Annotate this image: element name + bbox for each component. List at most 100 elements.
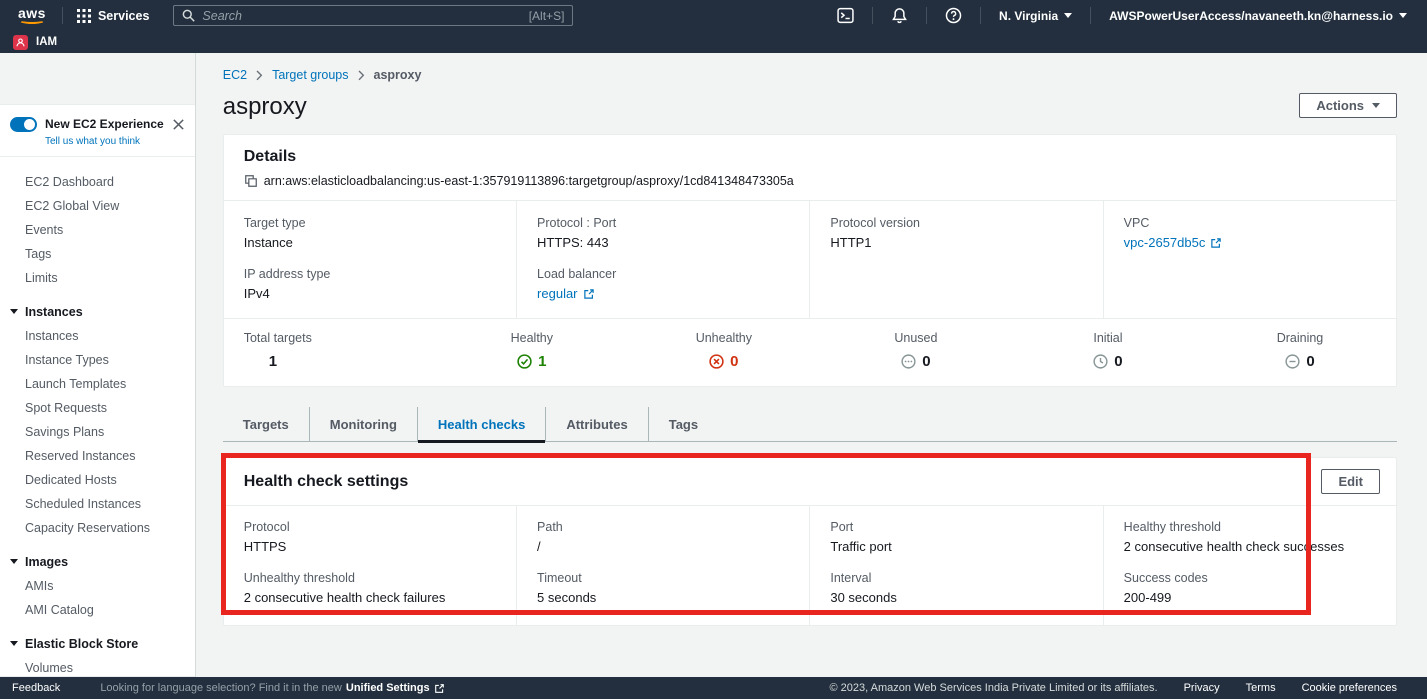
interval-label: Interval — [830, 571, 1082, 585]
notifications-bell-icon[interactable] — [881, 7, 918, 24]
sidebar-item-ec2-global-view[interactable]: EC2 Global View — [0, 194, 195, 218]
tab-monitoring[interactable]: Monitoring — [309, 407, 417, 441]
services-label: Services — [98, 9, 149, 23]
port-value: Traffic port — [830, 539, 1082, 554]
details-title: Details — [244, 148, 1376, 166]
privacy-link[interactable]: Privacy — [1184, 682, 1220, 694]
unhealthy-count: Unhealthy 0 — [628, 331, 820, 370]
breadcrumb-ec2[interactable]: EC2 — [223, 68, 247, 82]
success-codes-label: Success codes — [1124, 571, 1376, 585]
triangle-down-icon — [10, 559, 18, 564]
copyright-text: © 2023, Amazon Web Services India Privat… — [830, 682, 1158, 694]
healthy-check-icon — [517, 354, 532, 369]
unused-ellipsis-icon — [901, 354, 916, 369]
cloudshell-icon[interactable] — [827, 7, 864, 24]
external-link-icon — [434, 683, 445, 694]
edit-button[interactable]: Edit — [1321, 469, 1380, 494]
healthy-threshold-label: Healthy threshold — [1124, 520, 1376, 534]
unified-settings-link[interactable]: Unified Settings — [346, 682, 430, 694]
tab-health-checks[interactable]: Health checks — [417, 407, 545, 441]
aws-console-window: aws Services [Alt+S] — [0, 0, 1427, 699]
protocol-port-value: HTTPS: 443 — [537, 235, 789, 250]
sidebar-item-volumes[interactable]: Volumes — [0, 656, 195, 676]
help-icon[interactable] — [935, 7, 972, 24]
sidebar-item-limits[interactable]: Limits — [0, 266, 195, 290]
search-icon — [182, 9, 195, 22]
feedback-link[interactable]: Feedback — [12, 682, 60, 694]
sidebar-item-ami-catalog[interactable]: AMI Catalog — [0, 598, 195, 622]
sidebar-item-dedicated-hosts[interactable]: Dedicated Hosts — [0, 468, 195, 492]
sidebar-item-launch-templates[interactable]: Launch Templates — [0, 372, 195, 396]
favorite-iam-link[interactable]: IAM — [36, 36, 57, 48]
search-bar[interactable]: [Alt+S] — [173, 5, 573, 26]
tab-tags[interactable]: Tags — [648, 407, 718, 441]
initial-count: Initial 0 — [1012, 331, 1204, 370]
sidebar-section-instances[interactable]: Instances — [0, 299, 195, 324]
breadcrumb-target-groups[interactable]: Target groups — [272, 68, 348, 82]
sidebar-item-tags[interactable]: Tags — [0, 242, 195, 266]
vpc-label: VPC — [1124, 216, 1376, 230]
top-nav-row: aws Services [Alt+S] — [0, 0, 1427, 31]
healthy-threshold-value: 2 consecutive health check successes — [1124, 539, 1376, 554]
port-label: Port — [830, 520, 1082, 534]
sidebar-item-spot-requests[interactable]: Spot Requests — [0, 396, 195, 420]
services-menu-button[interactable]: Services — [71, 9, 155, 23]
health-check-grid: Protocol HTTPS Unhealthy threshold 2 con… — [224, 505, 1396, 625]
load-balancer-link[interactable]: regular — [537, 286, 577, 301]
divider — [926, 7, 927, 24]
search-input[interactable] — [202, 9, 521, 23]
chevron-down-icon — [1399, 13, 1407, 18]
sidebar-item-capacity-reservations[interactable]: Capacity Reservations — [0, 516, 195, 540]
sidebar-item-scheduled-instances[interactable]: Scheduled Instances — [0, 492, 195, 516]
total-targets-value: 1 — [244, 353, 436, 370]
vpc-link[interactable]: vpc-2657db5c — [1124, 235, 1206, 250]
tell-us-link[interactable]: Tell us what you think — [45, 136, 164, 147]
path-label: Path — [537, 520, 789, 534]
sidebar-item-savings-plans[interactable]: Savings Plans — [0, 420, 195, 444]
tab-attributes[interactable]: Attributes — [545, 407, 647, 441]
target-group-arn: arn:aws:elasticloadbalancing:us-east-1:3… — [264, 174, 794, 188]
sidebar-section-elastic-block-store[interactable]: Elastic Block Store — [0, 631, 195, 656]
protocol-port-label: Protocol : Port — [537, 216, 789, 230]
breadcrumb-current: asproxy — [374, 68, 422, 82]
breadcrumb: EC2 Target groups asproxy — [223, 68, 1397, 82]
new-experience-title: New EC2 Experience — [45, 117, 164, 131]
details-grid: Target type Instance IP address type IPv… — [224, 200, 1396, 318]
sidebar-item-instance-types[interactable]: Instance Types — [0, 348, 195, 372]
page-title: asproxy — [223, 93, 307, 121]
services-grid-icon — [77, 9, 91, 23]
main-content: EC2 Target groups asproxy asproxy Action… — [196, 53, 1427, 677]
sidebar-item-reserved-instances[interactable]: Reserved Instances — [0, 444, 195, 468]
protocol-label: Protocol — [244, 520, 496, 534]
sidebar-item-amis[interactable]: AMIs — [0, 574, 195, 598]
divider — [1090, 7, 1091, 24]
ip-address-type-value: IPv4 — [244, 286, 496, 301]
sidebar-item-ec2-dashboard[interactable]: EC2 Dashboard — [0, 170, 195, 194]
tab-targets[interactable]: Targets — [223, 407, 309, 441]
top-nav-utilities: N. Virginia AWSPowerUserAccess/navaneeth… — [827, 7, 1417, 24]
close-icon[interactable] — [172, 118, 185, 131]
sidebar-item-instances[interactable]: Instances — [0, 324, 195, 348]
health-check-settings-card: Health check settings Edit Protocol HTTP… — [223, 457, 1397, 626]
new-experience-toggle[interactable] — [10, 117, 37, 132]
chevron-down-icon — [1064, 13, 1072, 18]
ip-address-type-label: IP address type — [244, 267, 496, 281]
divider — [62, 7, 63, 24]
cookie-preferences-link[interactable]: Cookie preferences — [1302, 682, 1397, 694]
account-menu[interactable]: AWSPowerUserAccess/navaneeth.kn@harness.… — [1099, 9, 1417, 23]
copy-icon[interactable] — [244, 174, 258, 188]
timeout-label: Timeout — [537, 571, 789, 585]
sidebar-item-events[interactable]: Events — [0, 218, 195, 242]
aws-logo[interactable]: aws — [18, 7, 46, 24]
top-navigation: aws Services [Alt+S] — [0, 0, 1427, 53]
unused-count: Unused 0 — [820, 331, 1012, 370]
divider — [980, 7, 981, 24]
actions-button[interactable]: Actions — [1299, 93, 1397, 118]
sidebar-nav: EC2 Dashboard EC2 Global View Events Tag… — [0, 157, 195, 676]
terms-link[interactable]: Terms — [1246, 682, 1276, 694]
triangle-down-icon — [10, 641, 18, 646]
success-codes-value: 200-499 — [1124, 590, 1376, 605]
sidebar-section-images[interactable]: Images — [0, 549, 195, 574]
region-selector[interactable]: N. Virginia — [989, 9, 1082, 23]
total-targets: Total targets 1 — [224, 331, 436, 370]
